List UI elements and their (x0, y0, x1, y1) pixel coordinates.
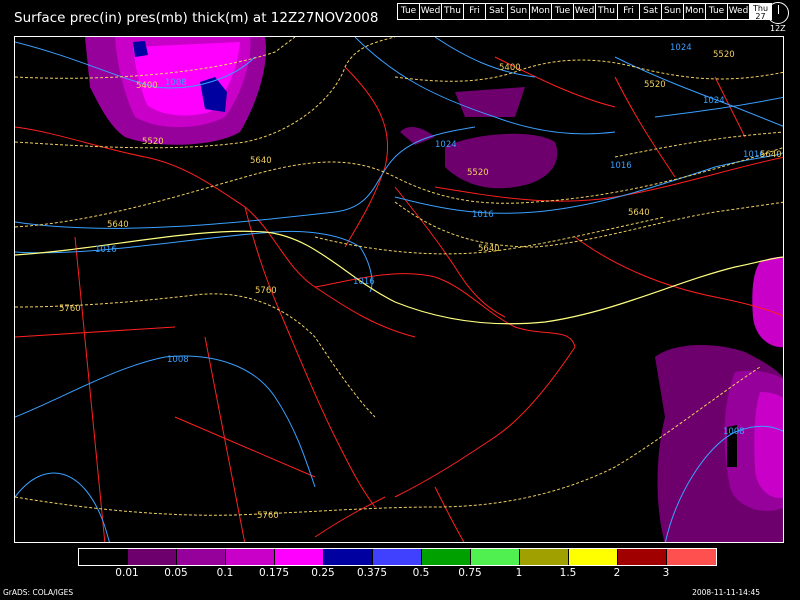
pressure-label: 1016 (353, 277, 375, 287)
thickness-label: 5640 (478, 244, 500, 254)
colorbar-label: 2 (613, 567, 621, 579)
precip-colorbar (78, 548, 717, 566)
colorbar-label: 0.5 (412, 567, 430, 579)
day-cell: Sun (661, 3, 684, 20)
colorbar-swatch (373, 549, 422, 565)
precipitation-fill (85, 37, 783, 542)
day-cell: Mon (683, 3, 706, 20)
colorbar-label: 1.5 (559, 567, 577, 579)
pressure-label: 1024 (703, 96, 725, 106)
day-cell: Thu (441, 3, 464, 20)
colorbar-swatch (569, 549, 618, 565)
day-cell: Wed (573, 3, 596, 20)
colorbar-label: 0.05 (164, 567, 188, 579)
colorbar-label: 0.01 (115, 567, 139, 579)
map-svg: 1008 1016 1024 1000 1024 1016 1016 1016 … (15, 37, 783, 542)
thickness-label: 5640 (628, 208, 650, 218)
thickness-label: 5640 (760, 150, 782, 160)
colorbar-label: 0.175 (258, 567, 290, 579)
5760-thickness-line (15, 230, 783, 325)
colorbar-swatch (520, 549, 569, 565)
footer-timestamp: 2008-11-11-14:45 (692, 588, 760, 597)
thickness-label: 5640 (107, 220, 129, 230)
colorbar-label: 3 (662, 567, 670, 579)
colorbar-swatch (667, 549, 716, 565)
colorbar-swatch (128, 549, 177, 565)
thickness-label: 5760 (257, 511, 279, 521)
day-cell: Sun (507, 3, 530, 20)
colorbar-label: 0.75 (458, 567, 482, 579)
day-cell: Mon (529, 3, 552, 20)
colorbar-swatch (324, 549, 373, 565)
day-cell: Tue (705, 3, 728, 20)
colorbar-label: 0.25 (311, 567, 335, 579)
thickness-label: 5760 (255, 286, 277, 296)
day-cell: Wed (727, 3, 750, 20)
thickness-label: 5400 (499, 63, 521, 73)
day-cell: Fri (463, 3, 486, 20)
colorbar-swatch (177, 549, 226, 565)
colorbar-label: 0.1 (216, 567, 234, 579)
thickness-label: 5520 (644, 80, 666, 90)
pressure-label: 1016 (472, 210, 494, 220)
thickness-label: 5520 (467, 168, 489, 178)
day-cell: Thu (595, 3, 618, 20)
colorbar-swatch (422, 549, 471, 565)
colorbar-swatch (618, 549, 667, 565)
day-strip: Tue Wed Thu Fri Sat Sun Mon Tue Wed Thu … (397, 3, 772, 21)
colorbar-swatch (471, 549, 520, 565)
thickness-label: 5520 (142, 137, 164, 147)
day-cell: Sat (485, 3, 508, 20)
pressure-label: 1008 (723, 427, 745, 437)
day-cell: Sat (639, 3, 662, 20)
pressure-label: 1008 (165, 78, 187, 88)
thickness-label: 5520 (323, 37, 345, 40)
day-cell: Fri (617, 3, 640, 20)
colorbar-swatch (226, 549, 275, 565)
colorbar-label: 0.375 (356, 567, 388, 579)
thickness-label: 5520 (713, 50, 735, 60)
weather-map: 1008 1016 1024 1000 1024 1016 1016 1016 … (14, 36, 784, 543)
colorbar-label: 1 (515, 567, 523, 579)
footer-credit: GrADS: COLA/IGES (3, 588, 74, 597)
thickness-label: 5400 (136, 81, 158, 91)
pressure-label: 1024 (670, 43, 692, 53)
colorbar-swatch (79, 549, 128, 565)
pressure-label: 1016 (95, 245, 117, 255)
day-cell: Tue (551, 3, 574, 20)
clock-icon (767, 2, 789, 24)
day-cell: Wed (419, 3, 442, 20)
colorbar-swatch (275, 549, 324, 565)
clock-label: 12Z (770, 24, 786, 33)
pressure-label: 1008 (167, 355, 189, 365)
map-title: Surface prec(in) pres(mb) thick(m) at 12… (14, 10, 379, 26)
thickness-label: 5760 (59, 304, 81, 314)
day-cell: Tue (397, 3, 420, 20)
thickness-label: 5640 (250, 156, 272, 166)
pressure-label: 1000 (512, 37, 534, 40)
pressure-label: 1016 (610, 161, 632, 171)
pressure-label: 1024 (435, 140, 457, 150)
